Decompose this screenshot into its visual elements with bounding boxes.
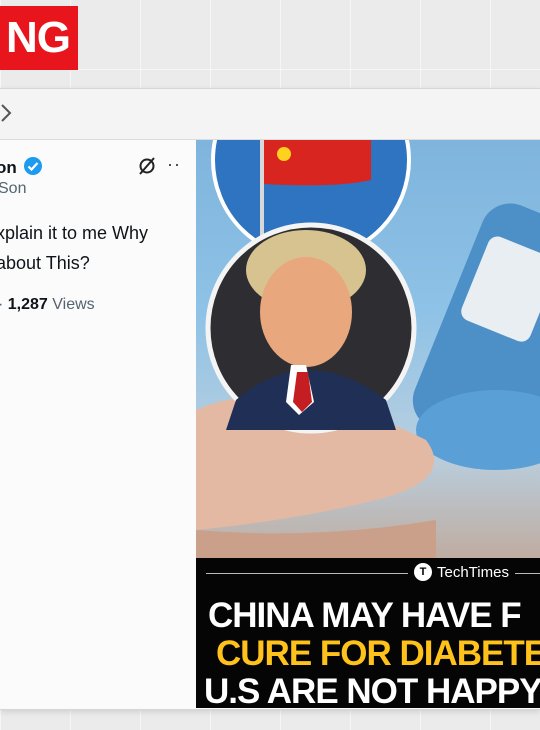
headline-line-3: U.S ARE NOT HAPPY: [204, 672, 540, 708]
chevron-right-icon[interactable]: [0, 99, 22, 127]
image-illustration: [196, 140, 540, 558]
brand-name: TechTimes: [437, 563, 509, 581]
views-separator: ·: [0, 296, 3, 313]
post-text: xplain it to me Why about This?: [0, 223, 149, 273]
views-count: 1,287: [7, 296, 48, 313]
post-image[interactable]: T TechTimes CHINA MAY HAVE F CURE FOR DI…: [196, 140, 540, 708]
post-panel: on Son ·· xplain it to me Why about This…: [0, 140, 195, 708]
views-line: · 1,287 Views: [0, 296, 95, 314]
techtimes-logo-icon: T: [414, 563, 432, 581]
toolbar: [0, 89, 540, 140]
headline-banner: T TechTimes CHINA MAY HAVE F CURE FOR DI…: [196, 558, 540, 708]
views-label: Views: [52, 296, 95, 313]
brand-label: T TechTimes: [408, 563, 515, 581]
verified-badge-icon: [24, 157, 42, 175]
author-handle[interactable]: Son: [0, 180, 26, 198]
more-options-icon[interactable]: ··: [167, 154, 181, 175]
breaking-badge: NG: [0, 6, 78, 70]
headline-line-2: CURE FOR DIABETES: [216, 634, 540, 673]
headline-line-1: CHINA MAY HAVE F: [208, 596, 522, 635]
post-window: on Son ·· xplain it to me Why about This…: [0, 88, 540, 710]
author-name[interactable]: on: [0, 158, 17, 178]
grok-icon[interactable]: [137, 156, 157, 176]
